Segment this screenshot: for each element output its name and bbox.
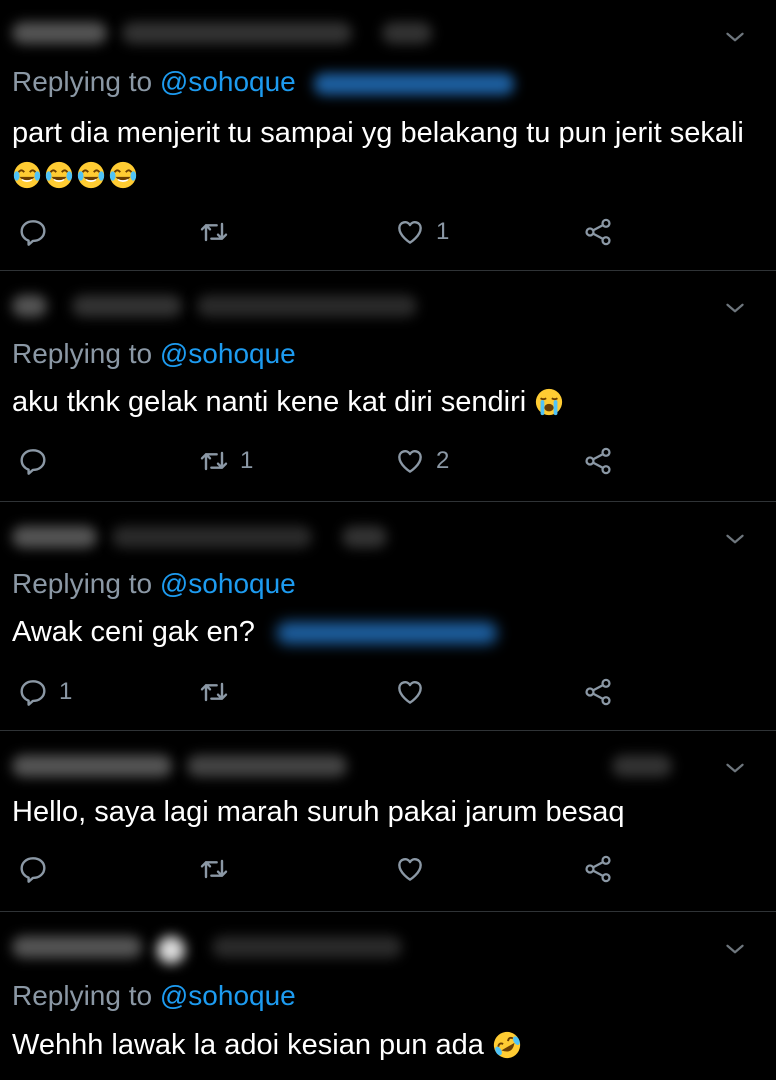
tweet-text: aku tknk gelak nanti kene kat diri sendi…: [12, 381, 752, 423]
retweet-count: 1: [240, 447, 254, 474]
retweet-icon: [200, 451, 228, 471]
retweet-button[interactable]: [198, 672, 240, 712]
like-button[interactable]: 1: [394, 212, 449, 252]
reply-icon: [20, 680, 46, 706]
reply-count: 1: [59, 678, 73, 705]
reply-button[interactable]: [17, 212, 59, 252]
chevron-down-icon[interactable]: [722, 755, 748, 781]
tweet-4-text: Hello, saya lagi marah suruh pakai jarum…: [12, 796, 625, 828]
tears-of-joy-emoji-group: [12, 159, 140, 191]
share-icon: [585, 678, 611, 706]
share-button[interactable]: [582, 441, 614, 481]
replying-to: Replying to @sohoque: [12, 66, 514, 98]
tears-of-joy-icon: [76, 160, 106, 190]
chevron-down-icon[interactable]: [722, 24, 748, 50]
like-count: 2: [436, 447, 450, 474]
loudly-crying-icon: [534, 387, 564, 417]
share-button[interactable]: [582, 849, 614, 889]
like-count: 1: [436, 218, 450, 245]
tweet-3-text: Awak ceni gak en?: [12, 616, 255, 648]
tweet-actions: 1: [0, 212, 776, 252]
tweet-1-author-blurred: [12, 22, 732, 52]
replying-to: Replying to @sohoque: [12, 568, 296, 600]
retweet-button[interactable]: 1: [198, 441, 253, 481]
retweet-button[interactable]: [198, 849, 240, 889]
replying-prefix: Replying to: [12, 980, 153, 1011]
tweet-2[interactable]: Replying to @sohoque aku tknk gelak nant…: [0, 271, 776, 501]
tweet-actions: 1 2: [0, 441, 776, 481]
retweet-icon: [200, 682, 228, 702]
reply-feed: Replying to @sohoque part dia menjerit t…: [0, 0, 776, 1080]
heart-icon: [398, 450, 422, 473]
tweet-text: Awak ceni gak en?: [12, 611, 752, 653]
replying-handle[interactable]: @sohoque: [160, 66, 296, 97]
reply-button[interactable]: 1: [17, 672, 72, 712]
retweet-button[interactable]: [198, 212, 240, 252]
tweet-4[interactable]: Hello, saya lagi marah suruh pakai jarum…: [0, 731, 776, 911]
replying-prefix: Replying to: [12, 568, 153, 599]
share-button[interactable]: [582, 672, 614, 712]
tweet-actions: [0, 849, 776, 889]
tears-of-joy-icon: [44, 160, 74, 190]
tweet-text: part dia menjerit tu sampai yg belakang …: [12, 112, 752, 196]
share-button[interactable]: [582, 212, 614, 252]
reply-icon: [20, 220, 46, 246]
tweet-5-author-blurred: [12, 936, 732, 966]
tweet-1[interactable]: Replying to @sohoque part dia menjerit t…: [0, 0, 776, 270]
tweet-text: Wehhh lawak la adoi kesian pun ada: [12, 1024, 752, 1066]
replying-handle[interactable]: @sohoque: [160, 338, 296, 369]
like-button[interactable]: [394, 672, 436, 712]
share-icon: [585, 855, 611, 883]
chevron-down-icon[interactable]: [722, 526, 748, 552]
share-icon: [585, 447, 611, 475]
tears-of-joy-icon: [12, 160, 42, 190]
tears-of-joy-icon: [108, 160, 138, 190]
like-button[interactable]: 2: [394, 441, 449, 481]
tweet-3-author-blurred: [12, 526, 732, 556]
replying-to: Replying to @sohoque: [12, 338, 296, 370]
share-icon: [585, 218, 611, 246]
tweet-actions: 1: [0, 672, 776, 712]
blurred-handles: [313, 72, 514, 95]
reply-icon: [20, 857, 46, 883]
tweet-5[interactable]: Replying to @sohoque Wehhh lawak la adoi…: [0, 912, 776, 1080]
reply-icon: [20, 449, 46, 475]
replying-handle[interactable]: @sohoque: [160, 568, 296, 599]
retweet-icon: [200, 859, 228, 879]
reply-button[interactable]: [17, 441, 59, 481]
replying-handle[interactable]: @sohoque: [160, 980, 296, 1011]
tweet-text: Hello, saya lagi marah suruh pakai jarum…: [12, 791, 752, 833]
rolling-on-floor-laughing-icon: [492, 1030, 522, 1060]
tweet-3[interactable]: Replying to @sohoque Awak ceni gak en? 1: [0, 502, 776, 730]
tweet-2-author-blurred: [12, 295, 732, 325]
like-button[interactable]: [394, 849, 436, 889]
tweet-5-text: Wehhh lawak la adoi kesian pun ada: [12, 1029, 484, 1061]
tweet-1-text: part dia menjerit tu sampai yg belakang …: [12, 117, 744, 149]
replying-prefix: Replying to: [12, 338, 153, 369]
retweet-icon: [200, 222, 228, 242]
heart-icon: [398, 681, 422, 704]
heart-icon: [398, 858, 422, 881]
chevron-down-icon[interactable]: [722, 295, 748, 321]
heart-icon: [398, 221, 422, 244]
blurred-link: [276, 622, 497, 645]
tweet-2-text: aku tknk gelak nanti kene kat diri sendi…: [12, 386, 527, 418]
chevron-down-icon[interactable]: [722, 936, 748, 962]
replying-to: Replying to @sohoque: [12, 980, 296, 1012]
replying-prefix: Replying to: [12, 66, 153, 97]
tweet-4-author-blurred: [12, 755, 732, 785]
reply-button[interactable]: [17, 849, 59, 889]
